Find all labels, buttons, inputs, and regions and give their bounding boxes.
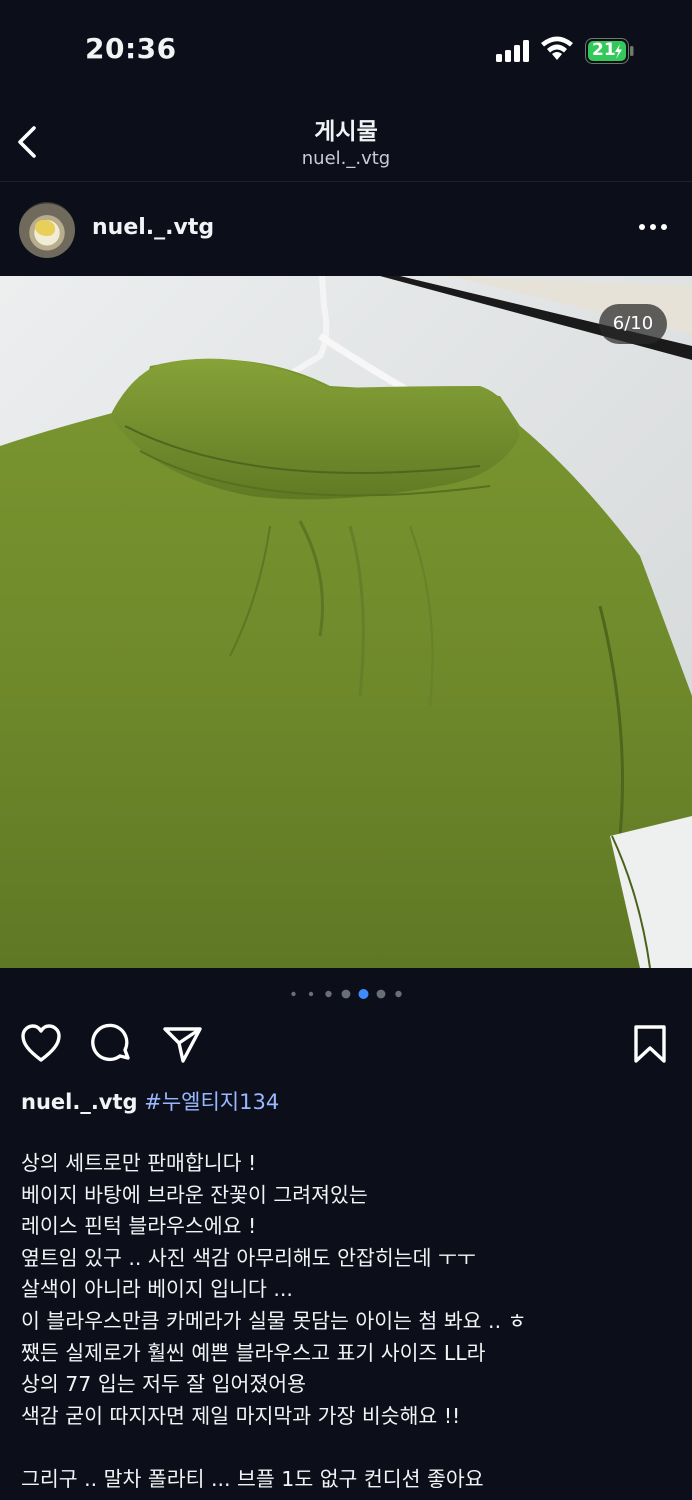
- share-send-icon[interactable]: [160, 1022, 204, 1066]
- post-nav-header: 게시물 nuel._.vtg: [0, 100, 692, 182]
- carousel-dot: [395, 990, 402, 998]
- carousel-dot: [376, 989, 386, 999]
- green-turtleneck-photo: [0, 276, 692, 968]
- caption-line: 옆트임 있구 .. 사진 색감 아무리해도 안잡히는데 ㅜㅜ: [21, 1245, 476, 1270]
- caption-line: 레이스 핀턱 블라우스에요 !: [21, 1214, 257, 1239]
- carousel-dot: [341, 989, 351, 999]
- comment-icon[interactable]: [90, 1022, 134, 1066]
- battery-level-text: 21: [592, 40, 616, 60]
- carousel-dots: [0, 986, 692, 1002]
- caption-line: 그리구 .. 말차 폴라티 ... 브플 1도 없구 컨디션 좋아요: [21, 1466, 484, 1491]
- post-actions: [0, 1018, 692, 1068]
- carousel-dots-svg: [291, 989, 402, 999]
- battery-icon: 21: [585, 38, 635, 68]
- carousel-dot: [325, 990, 332, 998]
- wifi-icon: [541, 36, 573, 60]
- caption-line: 상의 세트로만 판매합니다 !: [21, 1151, 257, 1175]
- caption-line: 이 블라우스만큼 카메라가 실물 못담는 아이는 첨 봐요 .. ㅎ: [21, 1308, 527, 1333]
- status-time: 20:36: [85, 32, 177, 65]
- page-title: 게시물: [314, 119, 378, 145]
- avatar[interactable]: [19, 202, 75, 258]
- caption-line: 색감 굳이 따지자면 제일 마지막과 가장 비슷해요 !!: [21, 1403, 461, 1428]
- caption-username[interactable]: nuel._.vtg: [21, 1090, 138, 1114]
- caption-line: 베이지 바탕에 브라운 잔꽃이 그려져있는: [21, 1182, 368, 1207]
- bookmark-icon[interactable]: [628, 1022, 672, 1066]
- cellular-signal-icon: [496, 40, 529, 62]
- carousel-dot: [308, 991, 314, 997]
- caption-text: 상의 세트로만 판매합니다 ! 베이지 바탕에 브라운 잔꽃이 그려져있는레이스 …: [21, 1148, 681, 1496]
- avatar-image-detail: [35, 220, 55, 236]
- caption-line: 쨌든 실제로가 훨씬 예쁜 블라우스고 표기 사이즈 LL라: [21, 1340, 486, 1365]
- more-options-icon[interactable]: [636, 219, 670, 235]
- image-counter-badge: 6/10: [599, 304, 667, 344]
- heart-icon[interactable]: [19, 1022, 63, 1066]
- status-bar: 20:36 21: [0, 0, 692, 100]
- caption-line: 살색이 아니라 베이지 입니다 ...: [21, 1277, 293, 1302]
- carousel-dot-active: [358, 989, 369, 999]
- post-header: nuel._.vtg: [0, 183, 692, 275]
- carousel-dot: [291, 991, 296, 997]
- post-photo[interactable]: [0, 276, 692, 968]
- page-subtitle[interactable]: nuel._.vtg: [0, 148, 692, 169]
- caption-line: 상의 77 입는 저두 잘 입어졌어용: [21, 1372, 306, 1397]
- caption-hashtag[interactable]: #누엘티지134: [144, 1090, 279, 1114]
- post-author-username[interactable]: nuel._.vtg: [92, 215, 214, 240]
- caption-header: nuel._.vtg #누엘티지134: [21, 1086, 279, 1116]
